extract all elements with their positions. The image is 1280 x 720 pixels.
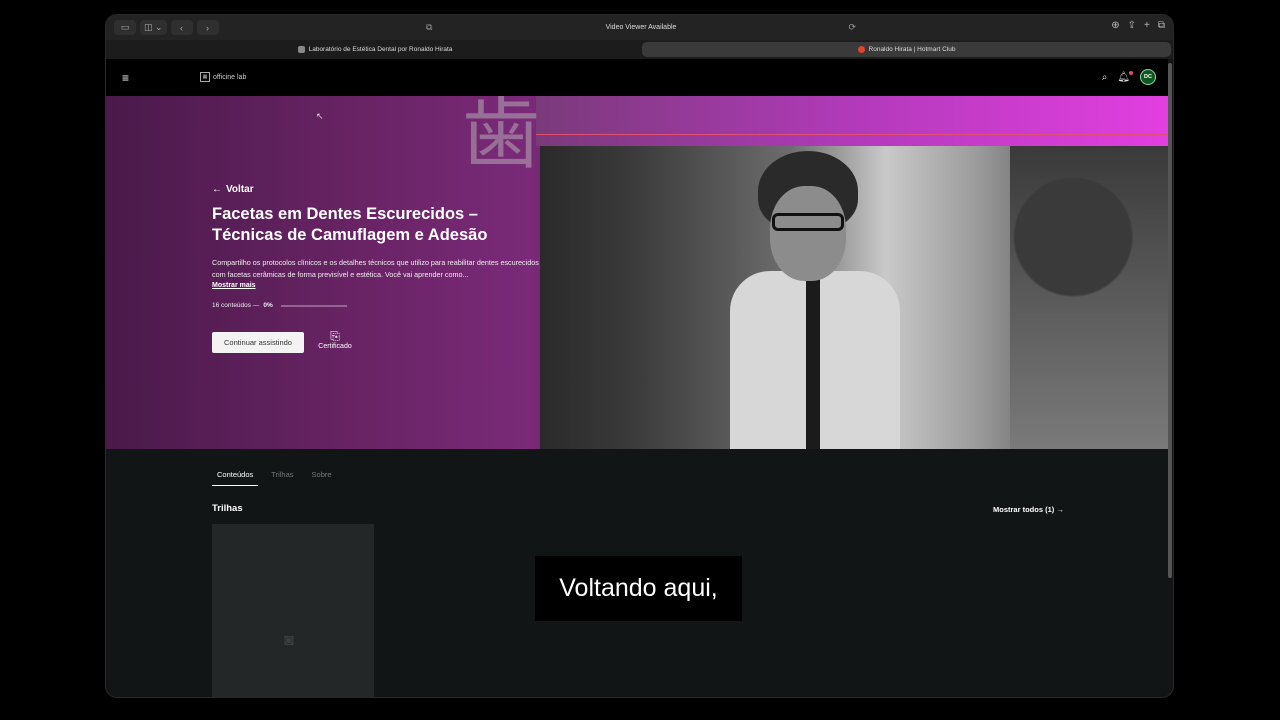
share-icon[interactable]: ⇪ bbox=[1128, 20, 1136, 31]
page-scrollbar[interactable] bbox=[1168, 63, 1172, 578]
address-bar[interactable]: ⧉ Video Viewer Available ⟳ bbox=[426, 19, 856, 36]
tab-overview-icon[interactable]: ⧉ bbox=[1158, 20, 1165, 31]
course-progress: 16 conteúdos — 0% bbox=[212, 302, 347, 309]
progress-percent: 0% bbox=[263, 302, 273, 309]
hero-accent-line bbox=[536, 134, 1168, 135]
hotmart-favicon-icon bbox=[857, 46, 865, 53]
favicon-icon bbox=[297, 46, 305, 53]
logo[interactable]: ▦ officine lab bbox=[200, 72, 246, 82]
forward-nav-icon[interactable]: › bbox=[196, 20, 219, 35]
certificate-icon: ⎘ bbox=[330, 329, 340, 343]
tab-bar: Laboratório de Estética Dental por Ronal… bbox=[106, 40, 1173, 59]
browser-tab-1[interactable]: Laboratório de Estética Dental por Ronal… bbox=[110, 42, 640, 57]
certificate-label: Certificado bbox=[318, 343, 352, 350]
sidebar-toggle-icon[interactable]: ◫ ⌄ bbox=[140, 20, 167, 35]
photo-foreground-person bbox=[1010, 146, 1168, 449]
hero-decorative-glyph: 歯 bbox=[462, 96, 541, 180]
notification-bell-icon[interactable]: 🔔︎ bbox=[1117, 70, 1133, 83]
top-navigation: ≡ ▦ officine lab ⌕ 🔔︎ DC bbox=[106, 59, 1168, 96]
trilha-card[interactable]: ◙ bbox=[212, 524, 374, 697]
arrow-left-icon: ← bbox=[212, 184, 222, 195]
tab-sobre[interactable]: Sobre bbox=[307, 464, 337, 486]
certificate-button[interactable]: ⎘ Certificado bbox=[314, 329, 356, 350]
new-tab-icon[interactable]: + bbox=[1144, 20, 1150, 31]
course-description: Compartilho os protocolos clínicos e os … bbox=[212, 258, 539, 279]
video-caption: Voltando aqui, bbox=[535, 556, 742, 621]
logo-text: officine lab bbox=[213, 73, 247, 81]
avatar[interactable]: DC bbox=[1140, 69, 1156, 85]
photo-person bbox=[730, 151, 900, 449]
course-hero: 歯 ← Voltar Facetas em Dentes Escurecidos… bbox=[106, 96, 1168, 449]
back-link[interactable]: ← Voltar bbox=[212, 184, 254, 195]
contents-count: 16 conteúdos — bbox=[212, 302, 260, 309]
address-title: Video Viewer Available bbox=[605, 24, 677, 31]
tab-trilhas[interactable]: Trilhas bbox=[266, 464, 298, 486]
continue-watching-button[interactable]: Continuar assistindo bbox=[212, 332, 304, 353]
search-icon[interactable]: ⌕ bbox=[1102, 72, 1108, 83]
reload-icon[interactable]: ⟳ bbox=[848, 22, 856, 33]
browser-toolbar: ▭ ◫ ⌄ ‹ › ⧉ Video Viewer Available ⟳ ⊕ ⇪… bbox=[106, 15, 1173, 40]
back-nav-icon[interactable]: ‹ bbox=[170, 20, 193, 35]
back-label: Voltar bbox=[226, 184, 254, 195]
tab-conteudos[interactable]: Conteúdos bbox=[212, 464, 259, 486]
download-icon[interactable]: ⊕ bbox=[1111, 20, 1119, 31]
menu-icon[interactable]: ≡ bbox=[122, 71, 129, 85]
notification-dot bbox=[1129, 70, 1133, 75]
trilhas-section-title: Trilhas bbox=[212, 503, 243, 514]
tab-label: Laboratório de Estética Dental por Ronal… bbox=[308, 46, 453, 53]
image-placeholder-icon: ◙ bbox=[284, 632, 294, 649]
hero-banner-stripe bbox=[536, 96, 1168, 146]
hero-photo bbox=[540, 146, 1168, 449]
show-all-link[interactable]: Mostrar todos (1) → bbox=[993, 505, 1064, 514]
window-controls-icon[interactable]: ▭ bbox=[114, 20, 136, 35]
mouse-cursor-icon: ↖ bbox=[316, 111, 324, 121]
course-title: Facetas em Dentes Escurecidos – Técnicas… bbox=[212, 205, 488, 244]
logo-mark-icon: ▦ bbox=[200, 72, 210, 82]
site-settings-icon[interactable]: ⧉ bbox=[426, 22, 432, 33]
content-tabs: Conteúdos Trilhas Sobre bbox=[212, 464, 345, 486]
browser-tab-2[interactable]: Ronaldo Hirata | Hotmart Club bbox=[642, 42, 1171, 57]
tab-label: Ronaldo Hirata | Hotmart Club bbox=[868, 46, 956, 53]
show-more-link[interactable]: Mostrar mais bbox=[212, 282, 256, 289]
progress-bar bbox=[280, 304, 347, 307]
